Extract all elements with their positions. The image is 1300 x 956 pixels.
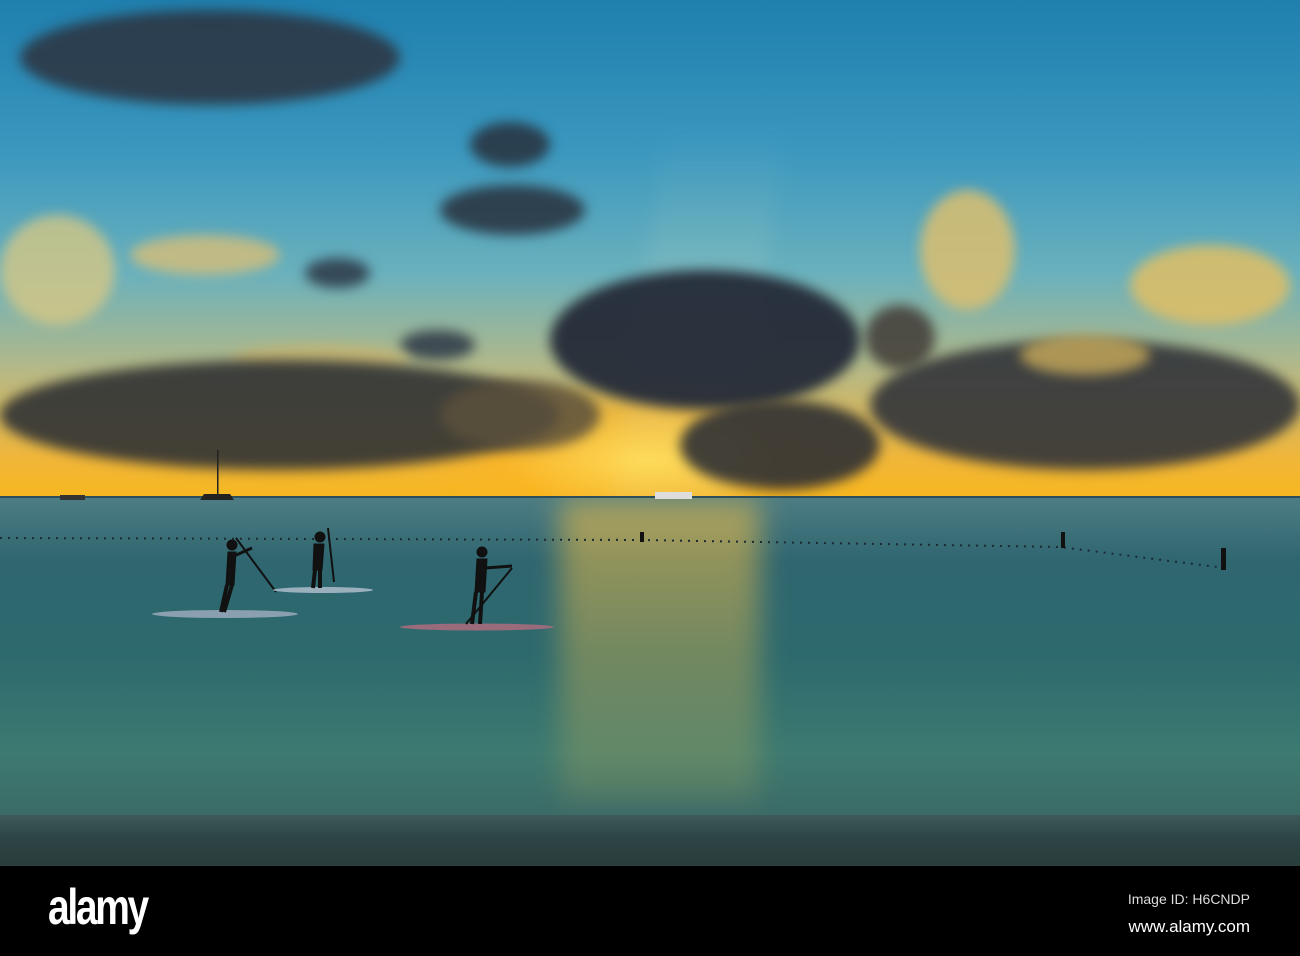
paddleboarder	[273, 527, 373, 593]
marker-post	[1061, 532, 1065, 548]
boat	[60, 495, 85, 500]
paddleboarder	[152, 537, 298, 618]
sunset-beach-photo	[0, 0, 1300, 866]
boat	[655, 492, 692, 499]
image-id: Image ID: H6CNDP	[1127, 891, 1250, 907]
marker-post	[640, 532, 644, 542]
alamy-logo: alamy	[48, 879, 149, 935]
silhouettes	[0, 450, 1226, 631]
stock-photo: alamy Image ID: H6CNDP www.alamy.com	[0, 0, 1300, 956]
website-url: www.alamy.com	[1128, 917, 1250, 936]
sailboat	[200, 450, 234, 500]
paddleboarder	[400, 546, 554, 631]
watermark-bar	[0, 866, 1300, 956]
buoy-line	[0, 537, 1226, 569]
marker-post	[1221, 548, 1226, 570]
